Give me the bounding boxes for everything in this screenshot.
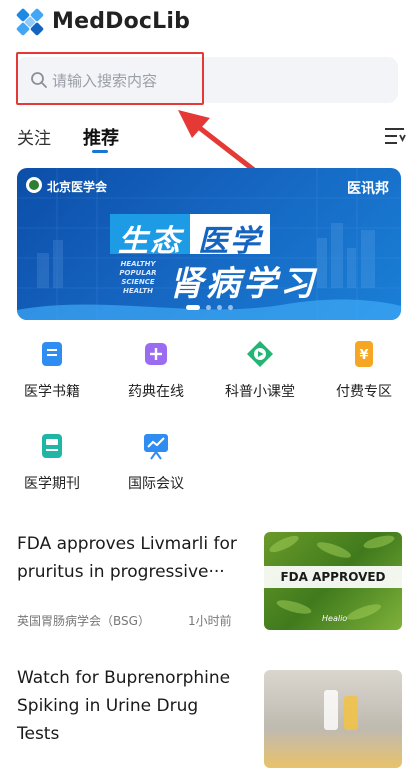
article-card[interactable]: Watch for Buprenorphine Spiking in Urine… bbox=[0, 664, 416, 768]
banner-dot[interactable] bbox=[216, 305, 222, 310]
article-time: 1小时前 bbox=[188, 614, 232, 628]
conference-icon bbox=[144, 434, 168, 460]
banner-dot-active[interactable] bbox=[185, 305, 200, 310]
category-label: 付费专区 bbox=[336, 384, 392, 400]
journal-icon bbox=[42, 434, 62, 458]
category-intl-conference[interactable]: 国际会议 bbox=[104, 427, 208, 507]
category-label: 药典在线 bbox=[128, 384, 184, 400]
article-title[interactable]: Watch for Buprenorphine Spiking in Urine… bbox=[17, 664, 245, 748]
banner-headline-eco: 生态 bbox=[110, 214, 190, 259]
tab-recommend[interactable]: 推荐 bbox=[83, 124, 119, 150]
promo-banner[interactable]: 北京医学会 医讯邦 生态 医学 HEALTHY POPULAR SCIENCE … bbox=[17, 168, 401, 320]
article-thumbnail[interactable]: FDA APPROVED Healio bbox=[264, 532, 402, 630]
filter-menu-icon[interactable] bbox=[384, 126, 406, 146]
category-medical-books[interactable]: 医学书籍 bbox=[0, 335, 104, 415]
article-thumbnail[interactable] bbox=[264, 670, 402, 768]
banner-pagination bbox=[17, 305, 401, 310]
yuan-icon: ¥ bbox=[355, 341, 373, 367]
article-source: 英国胃肠病学会（BSG） bbox=[17, 614, 150, 628]
video-lesson-icon bbox=[247, 341, 273, 367]
pharmacopoeia-icon bbox=[145, 343, 167, 365]
feed-tabs: 关注 推荐 bbox=[0, 118, 416, 158]
banner-headline-1: 生态 医学 bbox=[110, 214, 270, 259]
banner-dot[interactable] bbox=[205, 305, 211, 310]
svg-text:¥: ¥ bbox=[359, 348, 368, 363]
thumbnail-brand: Healio bbox=[322, 614, 348, 623]
category-pharmacopoeia[interactable]: 药典在线 bbox=[104, 335, 208, 415]
category-label: 医学书籍 bbox=[24, 384, 80, 400]
lab-sample-icon bbox=[324, 690, 358, 730]
tab-active-indicator bbox=[92, 150, 108, 153]
app-logo-icon bbox=[16, 8, 44, 36]
article-title[interactable]: FDA approves Livmarli for pruritus in pr… bbox=[17, 530, 245, 586]
banner-brand: 医讯邦 bbox=[347, 181, 389, 197]
category-label: 国际会议 bbox=[128, 476, 184, 492]
banner-org-seal-icon bbox=[26, 177, 42, 193]
category-paid-zone[interactable]: ¥ 付费专区 bbox=[312, 335, 416, 415]
banner-headline-med: 医学 bbox=[190, 214, 270, 259]
annotation-highlight-box bbox=[16, 52, 204, 105]
app-header: MedDocLib bbox=[0, 0, 416, 46]
article-card[interactable]: FDA approves Livmarli for pruritus in pr… bbox=[0, 530, 416, 640]
banner-dot[interactable] bbox=[227, 305, 233, 310]
category-label: 科普小课堂 bbox=[225, 384, 295, 400]
category-science-class[interactable]: 科普小课堂 bbox=[208, 335, 312, 415]
tab-follow[interactable]: 关注 bbox=[17, 124, 51, 149]
category-label: 医学期刊 bbox=[24, 476, 80, 492]
app-title: MedDocLib bbox=[52, 9, 191, 34]
thumbnail-label: FDA APPROVED bbox=[264, 566, 402, 588]
category-medical-journals[interactable]: 医学期刊 bbox=[0, 427, 104, 507]
banner-org-name: 北京医学会 bbox=[47, 180, 108, 194]
book-icon bbox=[42, 342, 62, 366]
